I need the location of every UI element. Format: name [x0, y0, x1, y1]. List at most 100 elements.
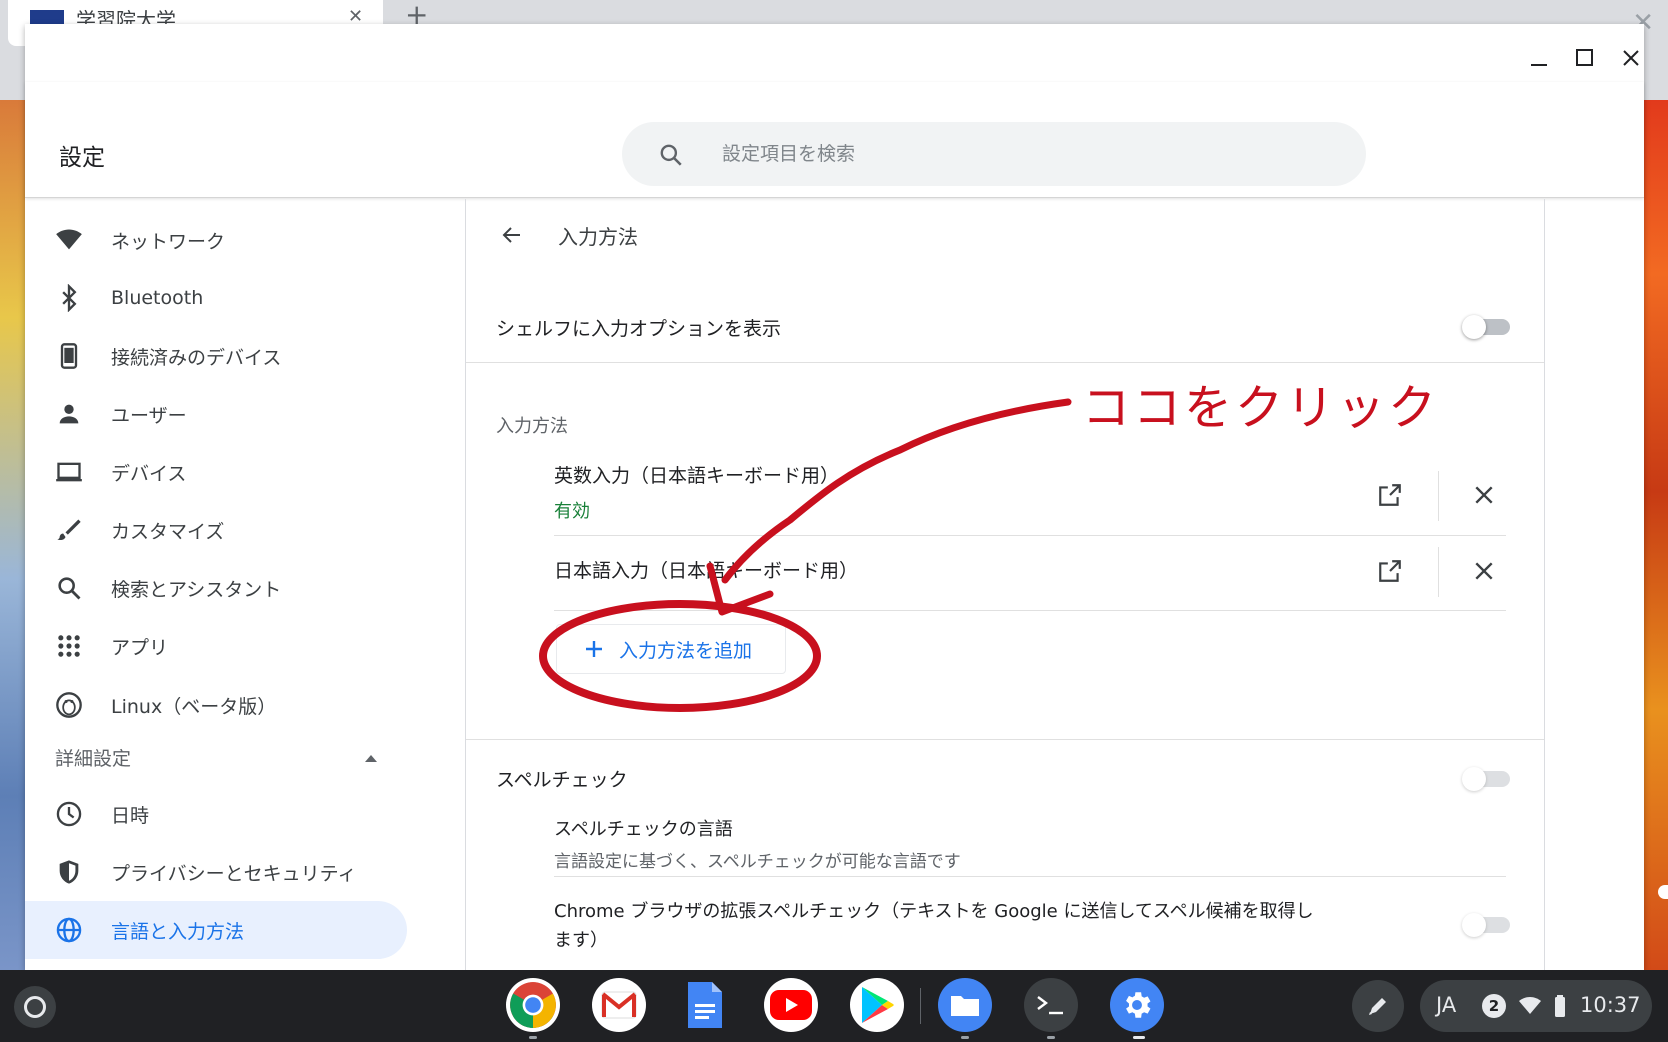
running-indicator [961, 1036, 969, 1039]
back-arrow-icon[interactable] [496, 219, 528, 251]
sidebar-item-label: ユーザー [111, 404, 187, 427]
add-input-method-label: 入力方法を追加 [619, 639, 753, 662]
input-method-status: 有効 [554, 501, 590, 522]
divider [1438, 547, 1439, 597]
globe-icon [55, 916, 83, 944]
sidebar-item-users[interactable]: ユーザー [25, 385, 407, 443]
close-icon [1475, 562, 1493, 580]
sidebar-item-languages[interactable]: 言語と入力方法 [25, 901, 407, 959]
notification-badge: 2 [1482, 994, 1506, 1018]
spell-language-title: スペルチェックの言語 [554, 819, 733, 840]
wifi-icon [55, 226, 83, 254]
launcher-icon [24, 996, 46, 1018]
shelf-option-toggle[interactable] [1462, 315, 1510, 339]
search-box[interactable] [622, 122, 1366, 186]
shield-icon [55, 858, 83, 886]
close-button[interactable] [1611, 38, 1651, 78]
search-icon [660, 144, 682, 166]
spellcheck-label: スペルチェック [496, 769, 628, 791]
gmail-icon[interactable] [592, 978, 646, 1032]
new-tab-icon[interactable]: + [405, 4, 428, 26]
sidebar-item-label: 日時 [111, 804, 150, 827]
sidebar-item-search-assistant[interactable]: 検索とアシスタント [25, 559, 407, 617]
remove-input-method-button[interactable] [1466, 477, 1502, 513]
divider [466, 362, 1544, 363]
shelf-option-label: シェルフに入力オプションを表示 [496, 318, 782, 340]
divider [466, 739, 1544, 740]
settings-toolbar: 設定 [25, 82, 1644, 198]
annotation-text: ココをクリック [1082, 380, 1440, 436]
wallpaper-handle [1658, 885, 1668, 899]
wifi-icon [1519, 997, 1541, 1014]
clock-time: 10:37 [1580, 993, 1641, 1017]
files-icon[interactable] [938, 978, 992, 1032]
subpage-title: 入力方法 [558, 224, 638, 249]
youtube-icon[interactable] [764, 978, 818, 1032]
enhanced-spellcheck-toggle[interactable] [1462, 913, 1510, 937]
sidebar-item-device[interactable]: デバイス [25, 443, 407, 501]
launcher-button[interactable] [14, 986, 56, 1028]
minimize-icon [1531, 64, 1547, 66]
running-indicator [1047, 1036, 1055, 1039]
sidebar-item-label: 言語と入力方法 [111, 920, 245, 943]
wallpaper-right [1643, 100, 1668, 970]
sidebar-item-label: ネットワーク [111, 230, 226, 253]
divider [920, 988, 921, 1024]
pen-icon [1369, 998, 1386, 1015]
tab-favicon [30, 10, 64, 24]
minimize-button[interactable] [1519, 38, 1559, 78]
input-method-name: 日本語入力（日本語キーボード用） [554, 560, 859, 582]
sidebar-item-label: アプリ [111, 636, 169, 659]
sidebar-item-apps[interactable]: アプリ [25, 617, 407, 675]
open-in-new-button[interactable] [1372, 477, 1408, 513]
sidebar-item-network[interactable]: ネットワーク [25, 211, 407, 269]
enhanced-spellcheck-label-cont: ます） [554, 930, 608, 951]
ime-indicator: JA [1436, 993, 1457, 1017]
open-in-new-icon [1379, 560, 1401, 582]
sidebar-item-bluetooth[interactable]: Bluetooth [25, 269, 407, 327]
close-icon [1623, 50, 1639, 66]
maximize-button[interactable] [1565, 38, 1605, 78]
chrome-icon[interactable] [506, 978, 560, 1032]
docs-icon[interactable] [678, 978, 732, 1032]
collapse-arrow-icon[interactable] [365, 755, 377, 762]
sidebar-item-connected-devices[interactable]: 接続済みのデバイス [25, 327, 407, 385]
phone-icon [55, 342, 83, 370]
spell-language-description: 言語設定に基づく、スペルチェックが可能な言語です [554, 852, 961, 872]
laptop-icon [55, 458, 83, 486]
sidebar-item-label: 接続済みのデバイス [111, 346, 282, 369]
advanced-section-header[interactable]: 詳細設定 [55, 744, 131, 771]
clock-icon [55, 800, 83, 828]
sidebar-item-privacy[interactable]: プライバシーとセキュリティ [25, 843, 407, 901]
running-indicator [529, 1036, 537, 1039]
sidebar-item-linux[interactable]: Linux（ベータ版） [25, 676, 407, 734]
sidebar-item-label: Bluetooth [111, 287, 204, 309]
stylus-tools-button[interactable] [1352, 980, 1404, 1032]
sidebar-item-date-time[interactable]: 日時 [25, 785, 407, 843]
terminal-icon[interactable] [1024, 978, 1078, 1032]
divider [554, 535, 1506, 536]
remove-input-method-button[interactable] [1466, 553, 1502, 589]
search-icon [55, 574, 83, 602]
sidebar-item-label: デバイス [111, 462, 187, 485]
plus-icon [583, 638, 605, 660]
maximize-icon [1576, 49, 1593, 66]
add-input-method-button[interactable]: 入力方法を追加 [556, 624, 786, 674]
subpage-header: 入力方法 [496, 219, 638, 251]
play-store-icon[interactable] [850, 978, 904, 1032]
sidebar-item-label: Linux（ベータ版） [111, 695, 277, 718]
sidebar-item-personalization[interactable]: カスタマイズ [25, 501, 407, 559]
close-icon [1475, 486, 1493, 504]
page-title: 設定 [59, 145, 105, 171]
status-tray[interactable]: JA 2 10:37 [1420, 980, 1652, 1032]
input-methods-card: 入力方法 シェルフに入力オプションを表示 入力方法 英数入力（日本語キーボード用… [465, 199, 1545, 970]
enhanced-spellcheck-label: Chrome ブラウザの拡張スペルチェック（テキストを Google に送信して… [554, 901, 1314, 922]
search-input[interactable] [722, 122, 1322, 186]
running-indicator [1133, 1036, 1145, 1039]
open-in-new-button[interactable] [1372, 553, 1408, 589]
brush-icon [55, 516, 83, 544]
battery-icon [1555, 995, 1565, 1017]
spellcheck-toggle[interactable] [1462, 767, 1510, 791]
divider [1438, 471, 1439, 521]
settings-icon[interactable] [1110, 978, 1164, 1032]
